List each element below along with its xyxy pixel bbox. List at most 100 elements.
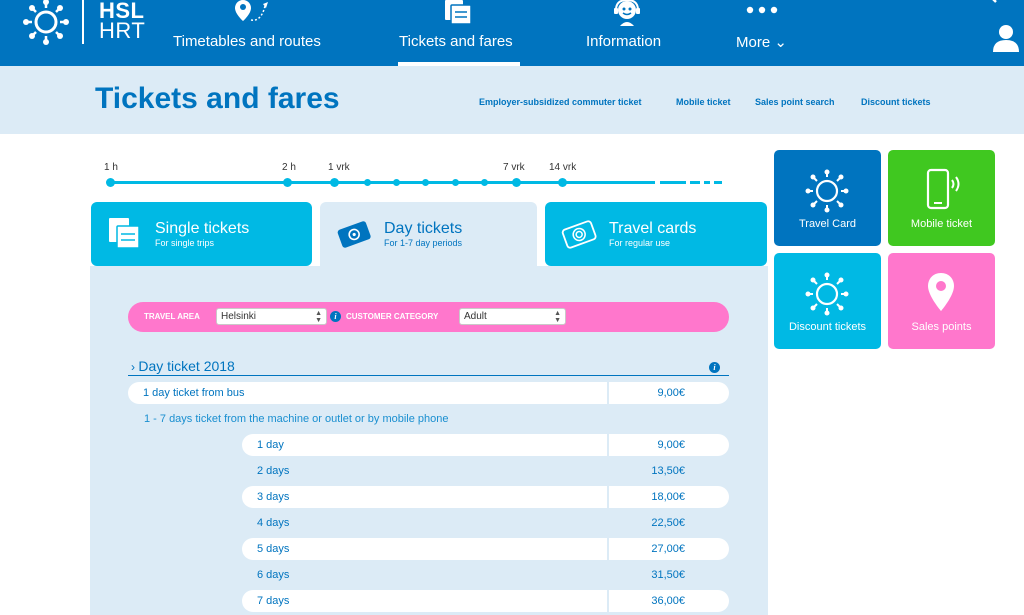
ticket-name: 1 day (242, 434, 607, 456)
timeline-dot[interactable] (283, 178, 292, 187)
select-arrows-icon: ▲ ▼ (554, 310, 561, 324)
tab-travel-cards[interactable]: Travel cards For regular use (545, 202, 767, 266)
section-info-icon[interactable]: i (709, 362, 720, 373)
timeline-dot[interactable] (106, 178, 115, 187)
travel-area-select[interactable]: Helsinki ▲ ▼ (216, 308, 327, 325)
hsl-logo-sun-icon[interactable] (22, 0, 70, 46)
ticket-name: 1 day ticket from bus (128, 382, 607, 404)
table-row: 4 days 22,50€ (242, 512, 729, 534)
table-row: 7 days 36,00€ (242, 590, 729, 612)
timeline-label-1vrk: 1 vrk (328, 162, 350, 173)
tab-subtitle: For regular use (609, 238, 671, 248)
tab-title: Travel cards (609, 220, 697, 237)
link-employer-subsidized[interactable]: Employer-subsidized commuter ticket (479, 97, 642, 107)
group-label-machine-outlet-mobile: 1 - 7 days ticket from the machine or ou… (144, 413, 449, 425)
search-icon[interactable] (986, 0, 1000, 6)
table-row: 1 day ticket from bus 9,00€ (128, 382, 729, 404)
link-sales-point-search[interactable]: Sales point search (755, 97, 835, 107)
timeline-dash (714, 181, 722, 184)
table-row: 2 days 13,50€ (242, 460, 729, 482)
timeline-dot[interactable] (393, 179, 400, 186)
table-row: 5 days 27,00€ (242, 538, 729, 560)
timeline-dot[interactable] (422, 179, 429, 186)
logo-divider (82, 0, 84, 44)
tab-title: Day tickets (384, 220, 463, 237)
page-title: Tickets and fares (95, 82, 340, 115)
route-pin-icon (235, 0, 268, 21)
timeline-dot[interactable] (558, 178, 567, 187)
tab-title: Single tickets (155, 220, 250, 237)
ticket-price: 31,50€ (651, 569, 685, 581)
ticket-name: 3 days (242, 486, 607, 508)
tile-travel-card[interactable]: Travel Card (774, 150, 881, 246)
timeline-label-2h: 2 h (282, 162, 296, 173)
tile-discount-tickets[interactable]: Discount tickets (774, 253, 881, 349)
customer-category-select[interactable]: Adult ▲ ▼ (459, 308, 566, 325)
customer-category-label: CUSTOMER CATEGORY (346, 312, 439, 321)
tile-label: Travel Card (798, 218, 857, 230)
ticket-name: 4 days (257, 517, 290, 529)
travel-card-icon (561, 220, 597, 249)
day-ticket-icon (337, 221, 371, 248)
travel-card-sun-icon (805, 169, 849, 213)
tile-label: Discount tickets (788, 321, 867, 333)
ticket-name: 6 days (257, 569, 290, 581)
timeline-label-1h: 1 h (104, 162, 118, 173)
select-arrows-icon: ▲ ▼ (315, 310, 322, 324)
ticket-price: 9,00€ (609, 434, 729, 456)
mobile-phone-icon (926, 168, 960, 210)
travel-area-value: Helsinki (221, 311, 257, 322)
ticket-name: 2 days (257, 465, 290, 477)
nav-label: Tickets and fares (399, 33, 513, 50)
top-navigation-bar: HSL HRT Timetables and routes Tickets an… (0, 0, 1024, 66)
nav-label: Information (586, 33, 662, 50)
user-account-icon[interactable] (993, 24, 1019, 52)
timeline-dot[interactable] (364, 179, 371, 186)
timeline-label-7vrk: 7 vrk (503, 162, 525, 173)
table-row: 1 day 9,00€ (242, 434, 729, 456)
nav-label: More ⌄ (736, 34, 787, 51)
section-title-text: Day ticket 2018 (138, 358, 235, 374)
table-row: 3 days 18,00€ (242, 486, 729, 508)
link-discount-tickets[interactable]: Discount tickets (861, 97, 931, 107)
section-divider (128, 375, 729, 376)
tile-sales-points[interactable]: Sales points (888, 253, 995, 349)
timeline-dot[interactable] (481, 179, 488, 186)
ticket-price: 13,50€ (651, 465, 685, 477)
nav-label: Timetables and routes (173, 33, 321, 50)
tile-label: Sales points (911, 321, 972, 333)
customer-category-value: Adult (464, 311, 487, 322)
tab-single-tickets[interactable]: Single tickets For single trips (91, 202, 312, 266)
tab-day-tickets[interactable]: Day tickets For 1-7 day periods (320, 202, 537, 280)
timeline-dash (690, 181, 700, 184)
timeline-dot[interactable] (452, 179, 459, 186)
table-row: 6 days 31,50€ (242, 564, 729, 586)
nav-information[interactable]: Information (586, 0, 676, 66)
section-title-day-ticket[interactable]: › Day ticket 2018 (131, 358, 235, 374)
location-pin-icon (928, 273, 954, 311)
timeline-dash (660, 181, 686, 184)
ticket-price: 9,00€ (609, 382, 729, 404)
ticket-name: 5 days (242, 538, 607, 560)
customer-service-icon (614, 0, 640, 26)
timeline-dash (704, 181, 710, 184)
tile-mobile-ticket[interactable]: Mobile ticket (888, 150, 995, 246)
nav-timetables-and-routes[interactable]: Timetables and routes (173, 0, 343, 66)
travel-area-label: TRAVEL AREA (144, 312, 200, 321)
nav-tickets-and-fares[interactable]: Tickets and fares (399, 0, 524, 66)
link-mobile-ticket[interactable]: Mobile ticket (676, 97, 731, 107)
timeline-dot[interactable] (512, 178, 521, 187)
ticket-price: 18,00€ (609, 486, 729, 508)
ticket-icon (445, 0, 472, 25)
tab-subtitle: For 1-7 day periods (384, 238, 463, 248)
ticket-price: 36,00€ (609, 590, 729, 612)
travel-area-info-icon[interactable]: i (330, 311, 341, 322)
timeline-dot[interactable] (330, 178, 339, 187)
nav-more-dropdown[interactable]: More ⌄ (736, 0, 796, 66)
ticket-price: 27,00€ (609, 538, 729, 560)
tab-subtitle: For single trips (155, 238, 215, 248)
ticket-price: 22,50€ (651, 517, 685, 529)
more-dots-icon (746, 6, 778, 14)
logo-text-hrt[interactable]: HRT (99, 20, 145, 42)
ticket-name: 7 days (242, 590, 607, 612)
